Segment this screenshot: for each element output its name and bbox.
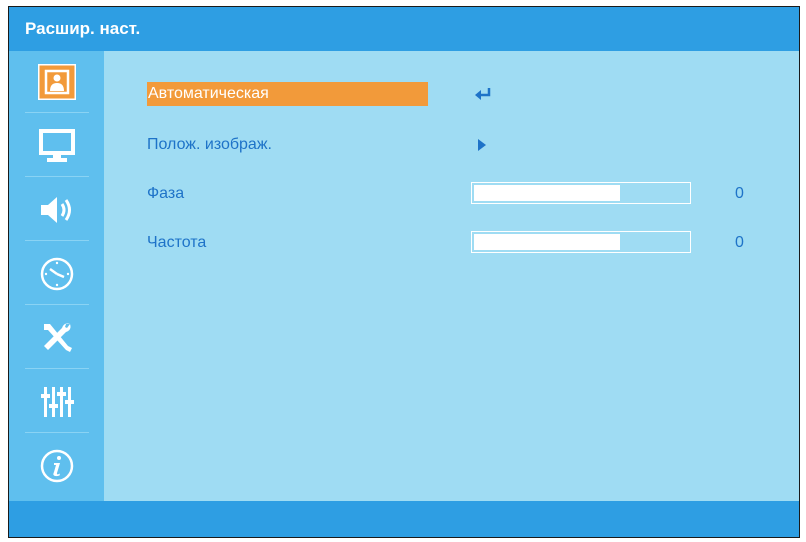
phase-slider-fill xyxy=(474,185,620,201)
sidebar xyxy=(9,51,104,503)
sidebar-item-display[interactable] xyxy=(17,115,97,177)
menu-item-frequency[interactable]: Частота xyxy=(147,231,206,255)
phase-slider[interactable] xyxy=(471,182,691,204)
phase-value: 0 xyxy=(735,185,744,202)
sidebar-item-timer[interactable] xyxy=(17,243,97,305)
settings-panel: Автоматическая Полож. изображ. Фаза 0 Ча… xyxy=(104,51,799,503)
sidebar-item-audio[interactable] xyxy=(17,179,97,241)
tools-icon xyxy=(44,323,72,352)
monitor-icon xyxy=(39,129,75,162)
frequency-slider-fill xyxy=(474,234,620,250)
sidebar-item-info[interactable] xyxy=(17,435,97,497)
equalizer-icon xyxy=(41,387,74,417)
arrow-right-icon xyxy=(478,139,486,151)
sidebar-item-adjust[interactable] xyxy=(17,371,97,433)
image-settings-icon xyxy=(38,64,76,100)
frequency-slider[interactable] xyxy=(471,231,691,253)
sidebar-item-image[interactable] xyxy=(17,51,97,113)
osd-menu: Расшир. наст. Автоматическая Полож. изоб… xyxy=(8,6,800,538)
bottom-bar xyxy=(9,501,799,537)
speaker-icon xyxy=(41,197,71,223)
sidebar-item-setup[interactable] xyxy=(17,307,97,369)
menu-item-image-position[interactable]: Полож. изображ. xyxy=(147,133,272,157)
clock-icon xyxy=(40,257,74,291)
enter-icon xyxy=(475,88,491,100)
menu-item-auto[interactable]: Автоматическая xyxy=(147,82,428,106)
frequency-value: 0 xyxy=(735,234,744,251)
menu-item-phase[interactable]: Фаза xyxy=(147,182,184,206)
info-icon xyxy=(40,449,74,483)
menu-title: Расшир. наст. xyxy=(9,7,799,51)
